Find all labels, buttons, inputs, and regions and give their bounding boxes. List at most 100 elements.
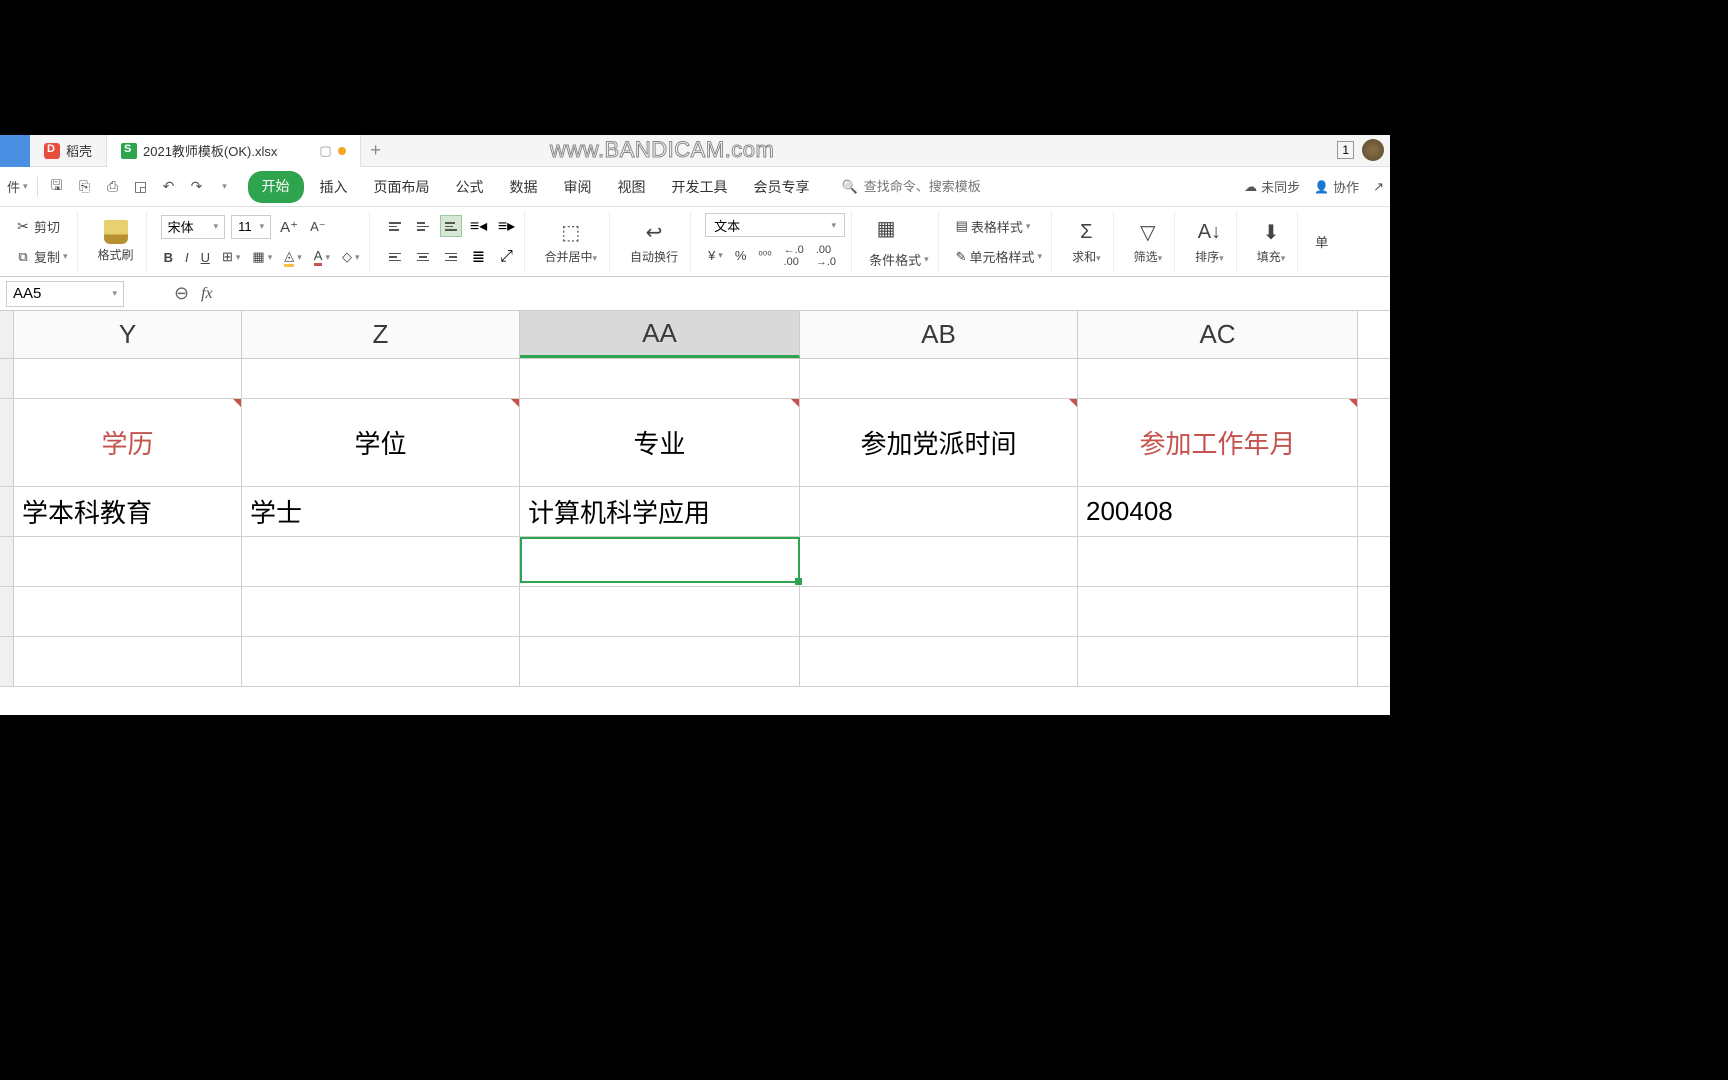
row-header[interactable] <box>0 487 14 536</box>
orientation-button[interactable]: ⤢ <box>496 246 518 268</box>
currency-button[interactable]: ¥▾ <box>705 246 726 265</box>
row-header[interactable] <box>0 359 14 398</box>
cell[interactable] <box>242 537 520 586</box>
fx-icon[interactable]: fx <box>201 285 213 303</box>
align-left-button[interactable] <box>384 246 406 268</box>
tab-view[interactable]: 视图 <box>608 171 656 203</box>
single-button[interactable]: 单 <box>1312 230 1331 253</box>
cell[interactable] <box>1078 359 1358 398</box>
save-button[interactable]: 🖫 <box>44 174 70 200</box>
cell[interactable] <box>520 359 800 398</box>
cell[interactable] <box>242 359 520 398</box>
zoom-out-icon[interactable] <box>174 283 189 304</box>
print-button[interactable]: ⎙ <box>100 174 126 200</box>
cell[interactable] <box>14 537 242 586</box>
borders-button[interactable]: ⊞▾ <box>219 247 243 267</box>
name-box-dropdown-icon[interactable]: ▾ <box>112 288 117 299</box>
save-as-button[interactable]: ⎘ <box>72 174 98 200</box>
wrap-text-button[interactable]: ↩ 自动换行 <box>624 216 684 267</box>
redo-button[interactable]: ↷ <box>184 174 210 200</box>
row-header[interactable] <box>0 637 14 686</box>
fill-color-button[interactable]: ◬▾ <box>281 246 305 269</box>
undo-button[interactable]: ↶ <box>156 174 182 200</box>
row-header[interactable] <box>0 537 14 586</box>
table-style-button[interactable]: ▤ 表格样式▾ <box>953 215 1045 238</box>
cell-effects-button[interactable]: ▦▾ <box>249 247 275 267</box>
cell[interactable] <box>242 587 520 636</box>
cond-format-button[interactable]: ▦ <box>866 213 932 245</box>
name-box[interactable]: AA5 ▾ <box>6 281 124 307</box>
cell[interactable] <box>1078 637 1358 686</box>
col-header-AA[interactable]: AA <box>520 311 800 358</box>
new-tab-button[interactable]: + <box>361 140 391 161</box>
cell[interactable] <box>800 537 1078 586</box>
cell[interactable] <box>800 359 1078 398</box>
thousands-button[interactable]: ⁰⁰⁰ <box>755 247 774 264</box>
cell[interactable] <box>14 359 242 398</box>
tab-layout[interactable]: 页面布局 <box>364 171 440 203</box>
distribute-button[interactable]: ≣ <box>468 246 490 268</box>
cell[interactable]: 参加党派时间 <box>800 399 1078 486</box>
select-all-corner[interactable] <box>0 311 14 358</box>
align-middle-button[interactable] <box>412 215 434 237</box>
col-header-AB[interactable]: AB <box>800 311 1078 358</box>
align-center-button[interactable] <box>412 246 434 268</box>
italic-button[interactable]: I <box>182 248 192 267</box>
cell[interactable] <box>520 537 800 586</box>
decrease-font-button[interactable]: A⁻ <box>307 217 329 237</box>
font-name-select[interactable]: 宋体▾ <box>161 215 226 239</box>
percent-button[interactable]: % <box>732 246 750 265</box>
increase-indent-button[interactable]: ≡▸ <box>496 215 518 237</box>
col-header-AC[interactable]: AC <box>1078 311 1358 358</box>
tab-data[interactable]: 数据 <box>500 171 548 203</box>
sync-status-button[interactable]: 未同步 <box>1244 177 1300 196</box>
cell[interactable]: 200408 <box>1078 487 1358 536</box>
row-header[interactable] <box>0 399 14 486</box>
command-search[interactable] <box>842 179 1004 195</box>
cell[interactable] <box>1078 587 1358 636</box>
fill-button[interactable]: ⬇填充▾ <box>1251 216 1292 267</box>
align-bottom-button[interactable] <box>440 215 462 237</box>
cell-style-button[interactable]: ✎ 单元格样式▾ <box>953 245 1045 268</box>
tab-insert[interactable]: 插入 <box>310 171 358 203</box>
clear-format-button[interactable]: ◇▾ <box>339 247 363 267</box>
cell[interactable]: 学历 <box>14 399 242 486</box>
cell[interactable]: 参加工作年月 <box>1078 399 1358 486</box>
increase-decimal-button[interactable]: ←.0.00 <box>781 242 807 270</box>
cell[interactable] <box>520 637 800 686</box>
cell[interactable]: 专业 <box>520 399 800 486</box>
cell[interactable]: 学士 <box>242 487 520 536</box>
align-right-button[interactable] <box>440 246 462 268</box>
underline-button[interactable]: U <box>198 248 213 267</box>
share-button[interactable] <box>1373 179 1384 195</box>
font-size-select[interactable]: 11▾ <box>231 215 271 239</box>
number-format-select[interactable]: 文本▾ <box>705 213 845 237</box>
cond-format-label[interactable]: 条件格式▾ <box>866 248 932 271</box>
cell[interactable]: 学位 <box>242 399 520 486</box>
col-header-Y[interactable]: Y <box>14 311 242 358</box>
tab-member[interactable]: 会员专享 <box>744 171 820 203</box>
cell[interactable] <box>1078 537 1358 586</box>
app-home-tab[interactable] <box>0 135 30 167</box>
bold-button[interactable]: B <box>161 248 176 267</box>
spreadsheet-grid[interactable]: Y Z AA AB AC 学历 学位 专业 参加党派时间 参加工作年月 <box>0 311 1390 715</box>
font-color-button[interactable]: A▾ <box>311 246 333 268</box>
user-avatar[interactable] <box>1362 139 1384 161</box>
sort-button[interactable]: A↓排序▾ <box>1189 216 1230 267</box>
formula-input[interactable] <box>213 281 1390 307</box>
window-count-badge[interactable]: 1 <box>1337 141 1354 159</box>
merge-center-button[interactable]: ⬚ 合并居中▾ <box>539 216 604 267</box>
increase-font-button[interactable]: A⁺ <box>277 216 301 238</box>
decrease-decimal-button[interactable]: .00→.0 <box>813 242 839 270</box>
cell[interactable] <box>800 487 1078 536</box>
search-input[interactable] <box>864 179 1004 194</box>
col-header-Z[interactable]: Z <box>242 311 520 358</box>
cell[interactable]: 学本科教育 <box>14 487 242 536</box>
filter-button[interactable]: ▽筛选▾ <box>1128 216 1169 267</box>
collaborate-button[interactable]: 协作 <box>1314 177 1359 196</box>
presentation-mode-icon[interactable]: ▢ <box>319 143 331 159</box>
decrease-indent-button[interactable]: ≡◂ <box>468 215 490 237</box>
docer-tab[interactable]: 稻壳 <box>30 135 107 167</box>
print-preview-button[interactable]: ◲ <box>128 174 154 200</box>
tab-start[interactable]: 开始 <box>248 171 304 203</box>
